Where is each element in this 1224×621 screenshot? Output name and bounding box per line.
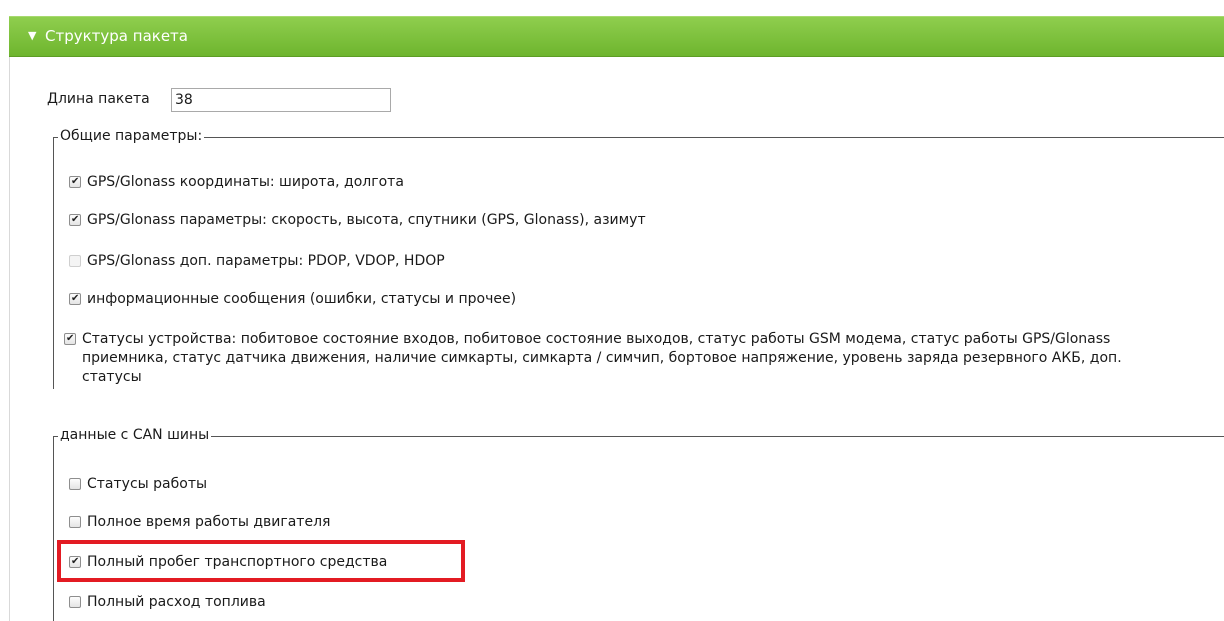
- packet-length-label: Длина пакета: [47, 91, 150, 107]
- section-header[interactable]: ▼ Структура пакета: [9, 16, 1224, 57]
- checkbox-work-statuses[interactable]: [69, 478, 81, 490]
- section-title: Структура пакета: [45, 27, 188, 45]
- option-label: GPS/Glonass параметры: скорость, высота,…: [87, 212, 646, 228]
- general-params-legend: Общие параметры:: [58, 128, 205, 144]
- option-work-statuses[interactable]: Статусы работы: [69, 475, 207, 494]
- option-label: Статусы работы: [87, 476, 208, 492]
- can-data-legend: данные с CAN шины: [58, 427, 212, 443]
- option-label: Полный расход топлива: [87, 594, 266, 610]
- option-label: Статусы устройства: побитовое состояние …: [82, 331, 1122, 385]
- checkbox-gps-extra[interactable]: [69, 255, 81, 267]
- checkbox-engine-hours[interactable]: [69, 516, 81, 528]
- option-engine-hours[interactable]: Полное время работы двигателя: [69, 513, 330, 532]
- option-label: информационные сообщения (ошибки, статус…: [87, 291, 517, 307]
- option-device-status[interactable]: Статусы устройства: побитовое состояние …: [64, 330, 1174, 387]
- option-gps-params[interactable]: GPS/Glonass параметры: скорость, высота,…: [69, 211, 646, 230]
- packet-length-input[interactable]: [171, 88, 391, 112]
- option-label: GPS/Glonass доп. параметры: PDOP, VDOP, …: [87, 253, 445, 269]
- option-label: Полное время работы двигателя: [87, 514, 331, 530]
- checkbox-info-messages[interactable]: [69, 293, 81, 305]
- checkbox-fuel-consumption[interactable]: [69, 596, 81, 608]
- checkbox-device-status[interactable]: [64, 333, 76, 345]
- option-gps-extra[interactable]: GPS/Glonass доп. параметры: PDOP, VDOP, …: [69, 252, 445, 271]
- checkbox-gps-coords[interactable]: [69, 176, 81, 188]
- option-label: GPS/Glonass координаты: широта, долгота: [87, 174, 404, 190]
- option-info-messages[interactable]: информационные сообщения (ошибки, статус…: [69, 290, 516, 309]
- checkbox-gps-params[interactable]: [69, 214, 81, 226]
- highlight-box: [57, 540, 465, 582]
- triangle-down-icon[interactable]: ▼: [28, 29, 36, 42]
- option-fuel-consumption[interactable]: Полный расход топлива: [69, 593, 266, 612]
- option-gps-coords[interactable]: GPS/Glonass координаты: широта, долгота: [69, 173, 404, 192]
